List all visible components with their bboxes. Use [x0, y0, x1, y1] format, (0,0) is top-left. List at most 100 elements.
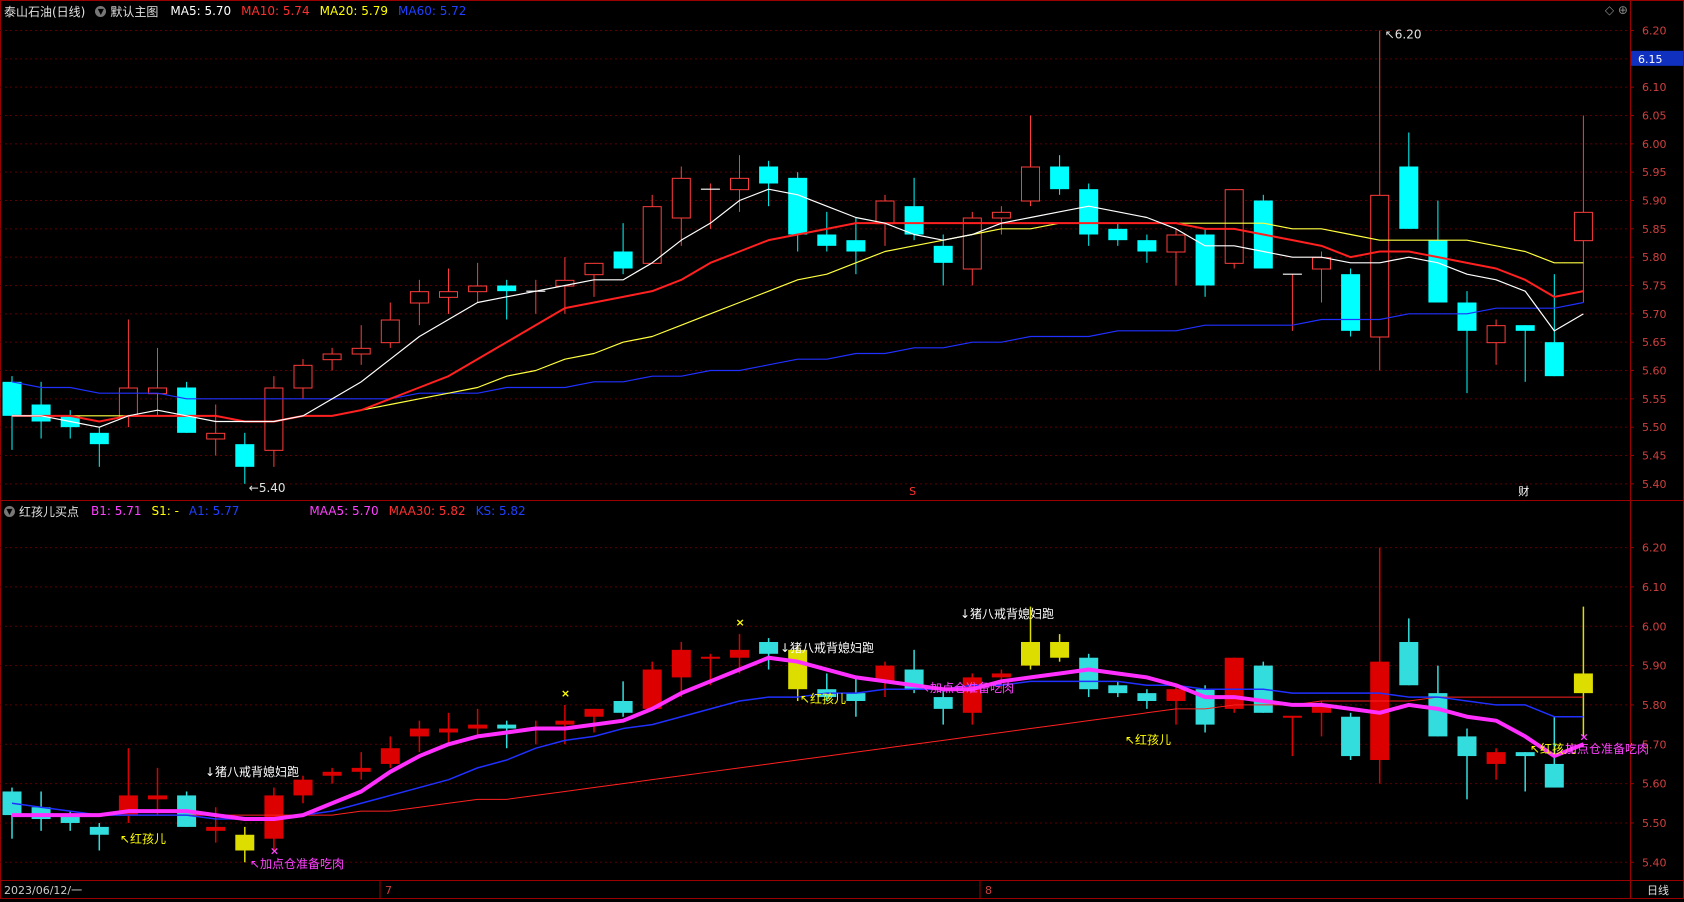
- indicator-param: KS: 5.82: [475, 504, 526, 518]
- main-candle: [526, 279, 546, 314]
- main-candle: [118, 319, 138, 428]
- period-button[interactable]: 日线: [1632, 882, 1684, 899]
- candle-body: [991, 673, 1011, 678]
- main-axis-label: 6.10: [1642, 81, 1667, 94]
- signal-label: ↖加点仓准备吃肉: [250, 857, 344, 871]
- candle-body: [497, 285, 517, 292]
- indicator-param: MAA5: 5.70: [309, 504, 379, 518]
- sub-candle: [846, 677, 866, 717]
- chart-canvas[interactable]: 6.20 6.15 6.10 6.05 6.00 5.95 5.90 5.85 5.80 5.75…: [0, 0, 1684, 899]
- main-axis-label: 5.80: [1642, 251, 1667, 264]
- signal-label: 加点仓准备吃肉: [1565, 742, 1649, 756]
- main-axis-label: 6.05: [1642, 110, 1667, 123]
- candle-body: [1399, 166, 1419, 229]
- candle-body: [846, 240, 866, 252]
- candle-body: [788, 177, 808, 235]
- toolbar-icons[interactable]: ◇ ⊕: [1605, 3, 1628, 17]
- main-candle: [1544, 274, 1564, 377]
- indicator-param: A1: 5.77: [188, 504, 240, 518]
- indicator-param: B1: 5.71: [91, 504, 142, 518]
- candle-body: [1428, 240, 1448, 303]
- candle-body: [1428, 693, 1448, 737]
- main-candle: [817, 211, 837, 252]
- candle-body: [1370, 194, 1390, 338]
- sub-candle: [89, 822, 109, 851]
- main-candle: [613, 223, 633, 275]
- sub-candle: [1515, 752, 1535, 792]
- sub-candle: [351, 752, 371, 780]
- candle-body: [118, 387, 138, 417]
- candle-body: [235, 444, 255, 467]
- main-candle: [1021, 115, 1040, 207]
- main-axis-label: 5.60: [1642, 365, 1667, 378]
- main-candle: [235, 432, 255, 484]
- candle-body: [875, 200, 895, 225]
- candle-body: [1050, 641, 1070, 658]
- candle-body: [468, 285, 488, 293]
- sub-candle: [642, 661, 662, 709]
- signal-label: ↓猪八戒背媳妇跑: [780, 640, 874, 655]
- sub-axis-label: 5.90: [1642, 660, 1667, 673]
- candle-body: [904, 206, 924, 235]
- candle-body: [642, 206, 662, 264]
- sub-candle: [293, 775, 313, 804]
- candle-body: [1108, 228, 1128, 241]
- sub-candle: [322, 767, 342, 784]
- candle-body: [1166, 234, 1186, 253]
- chevron-down-icon[interactable]: ▼: [4, 505, 15, 517]
- signal-label: ↓猪八戒背媳妇跑: [960, 606, 1054, 621]
- candle-body: [148, 795, 167, 800]
- cursor-date: 2023/06/12/一: [4, 884, 83, 897]
- main-axis-label: 6.00: [1642, 138, 1667, 151]
- signal-x-marker: ×: [561, 687, 570, 700]
- main-candle: [933, 234, 953, 286]
- main-candle: [1079, 183, 1099, 246]
- main-candle: [904, 177, 924, 241]
- candle-body: [409, 728, 429, 737]
- stock-title[interactable]: 泰山石油(日线): [4, 3, 85, 20]
- main-candle: [875, 194, 895, 246]
- candle-body: [89, 432, 109, 445]
- chevron-down-icon[interactable]: ▼: [95, 5, 107, 17]
- candle-body: [177, 387, 197, 433]
- ma-legend: MA5: 5.70 MA10: 5.74 MA20: 5.79 MA60: 5.72: [170, 4, 476, 18]
- signal-label: ↖红孩儿: [1125, 732, 1171, 747]
- candle-body: [1457, 302, 1477, 331]
- candle-body: [730, 649, 749, 658]
- candle-body: [1079, 657, 1099, 690]
- main-candle: [700, 183, 720, 229]
- main-axis-label: 5.55: [1642, 393, 1667, 406]
- template-name[interactable]: 默认主图: [110, 3, 158, 20]
- main-candle: [1108, 223, 1128, 246]
- sub-axis-label: 6.10: [1642, 581, 1667, 594]
- indicator-legend: B1: 5.71 S1: - A1: 5.77 MAA5: 5.70 MAA30: 5.…: [91, 504, 536, 518]
- signal-x-marker: ×: [270, 844, 279, 857]
- main-candle: [788, 172, 808, 252]
- candle-body: [1457, 736, 1477, 757]
- indicator-name[interactable]: 红孩儿买点: [19, 503, 79, 520]
- main-axis-label: 5.95: [1642, 166, 1667, 179]
- main-candle: [148, 347, 167, 416]
- main-axis-label: 5.50: [1642, 421, 1667, 434]
- candle-body: [1515, 325, 1535, 331]
- ma-value: MA20: 5.79: [319, 4, 389, 18]
- candle-body: [1021, 641, 1040, 666]
- candle-body: [671, 649, 691, 678]
- s-marker: S: [909, 485, 916, 498]
- sub-candle: [409, 720, 429, 753]
- candle-body: [933, 245, 953, 263]
- main-candle: [730, 155, 749, 212]
- main-candle: [1486, 319, 1506, 365]
- candle-body: [322, 771, 342, 776]
- sub-candle: [1399, 618, 1419, 686]
- candle-body: [293, 364, 313, 389]
- main-chart-header: 泰山石油(日线) ▼ 默认主图 MA5: 5.70 MA10: 5.74 MA20:…: [0, 0, 480, 22]
- sub-candle: [148, 767, 167, 816]
- sub-axis-label: 5.80: [1642, 699, 1667, 712]
- candle-body: [351, 347, 371, 355]
- main-candle: [439, 268, 458, 314]
- candle-body: [1021, 166, 1040, 202]
- sub-candle: [584, 708, 604, 733]
- sub-candle: [1137, 689, 1157, 709]
- main-axis-label: 5.75: [1642, 280, 1667, 293]
